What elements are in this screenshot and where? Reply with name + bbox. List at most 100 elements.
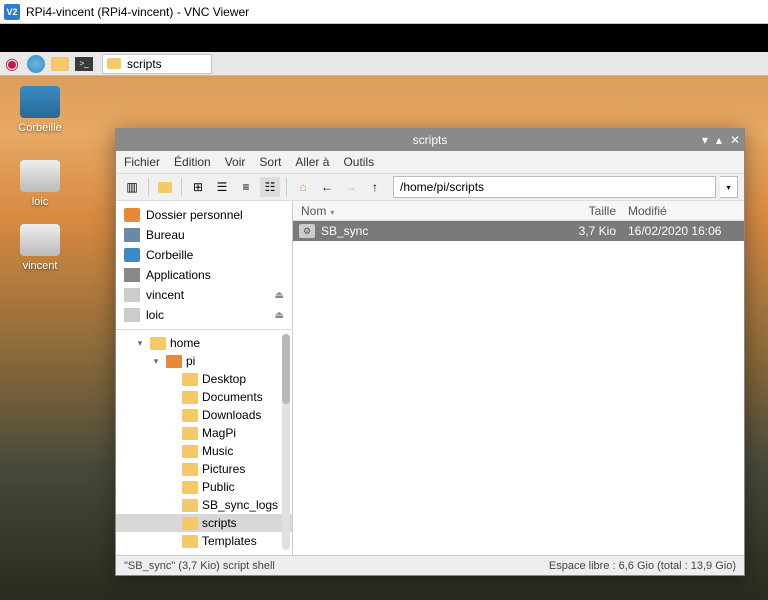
tree-node-label: MagPi bbox=[202, 426, 236, 440]
file-manager-launcher-icon[interactable] bbox=[48, 52, 72, 76]
tree-node-label: Documents bbox=[202, 390, 263, 404]
nav-back-icon[interactable]: ← bbox=[317, 177, 337, 197]
path-input[interactable]: /home/pi/scripts bbox=[393, 176, 716, 198]
tree-node-music[interactable]: Music bbox=[116, 442, 292, 460]
tree-node-label: Downloads bbox=[202, 408, 261, 422]
column-header-size[interactable]: Taille bbox=[564, 204, 624, 218]
tree-node-label: Pictures bbox=[202, 462, 245, 476]
desktop-icon-corbeille[interactable]: Corbeille bbox=[12, 86, 68, 134]
vnc-titlebar: V2 RPi4-vincent (RPi4-vincent) - VNC Vie… bbox=[0, 0, 768, 24]
tree-node-label: Desktop bbox=[202, 372, 246, 386]
tree-node-pictures[interactable]: Pictures bbox=[116, 460, 292, 478]
tree-node-magpi[interactable]: MagPi bbox=[116, 424, 292, 442]
vnc-title: RPi4-vincent (RPi4-vincent) - VNC Viewer bbox=[26, 5, 249, 19]
place-icon bbox=[124, 288, 140, 302]
file-row[interactable]: ⚙SB_sync3,7 Kio16/02/2020 16:06 bbox=[293, 221, 744, 241]
file-list: Nom▾ Taille Modifié ⚙SB_sync3,7 Kio16/02… bbox=[293, 201, 744, 555]
nav-up-icon[interactable]: ↑ bbox=[365, 177, 385, 197]
tree-node-home[interactable]: ▾home bbox=[116, 334, 292, 352]
tree-node-pi[interactable]: ▾pi bbox=[116, 352, 292, 370]
menu-outils[interactable]: Outils bbox=[343, 155, 374, 169]
place-bureau[interactable]: Bureau bbox=[116, 225, 292, 245]
menu-voir[interactable]: Voir bbox=[225, 155, 246, 169]
tree-node-templates[interactable]: Templates bbox=[116, 532, 292, 550]
tree-node-scripts[interactable]: scripts bbox=[116, 514, 292, 532]
folder-icon bbox=[182, 517, 198, 530]
place-vincent[interactable]: vincent⏏ bbox=[116, 285, 292, 305]
column-header-modified[interactable]: Modifié bbox=[624, 204, 744, 218]
toolbar: ▥ ⊞ ☰ ≡ ☷ ⌂ ← → ↑ /home/pi/scripts ▾ bbox=[116, 173, 744, 201]
minimize-icon[interactable]: ▾ bbox=[702, 133, 708, 147]
home-icon[interactable]: ⌂ bbox=[293, 177, 313, 197]
place-corbeille[interactable]: Corbeille bbox=[116, 245, 292, 265]
tree-scrollbar-thumb[interactable] bbox=[282, 334, 290, 404]
expand-icon[interactable]: ▾ bbox=[150, 356, 162, 367]
folder-icon bbox=[182, 463, 198, 476]
top-panel: ◉ >_ scripts bbox=[0, 52, 768, 76]
status-bar: "SB_sync" (3,7 Kio) script shell Espace … bbox=[116, 555, 744, 575]
close-icon[interactable]: ✕ bbox=[730, 133, 740, 147]
view-compact-icon[interactable]: ☰ bbox=[212, 177, 232, 197]
tree-node-label: scripts bbox=[202, 516, 237, 530]
raspberry-menu-icon[interactable]: ◉ bbox=[0, 52, 24, 76]
expand-icon[interactable]: ▾ bbox=[134, 338, 146, 349]
place-label: loic bbox=[146, 308, 164, 322]
menu-édition[interactable]: Édition bbox=[174, 155, 211, 169]
view-detail-icon[interactable]: ☷ bbox=[260, 177, 280, 197]
file-name: SB_sync bbox=[321, 224, 564, 238]
eject-icon[interactable]: ⏏ bbox=[275, 310, 284, 321]
black-bar bbox=[0, 24, 768, 52]
home-folder-icon bbox=[166, 355, 182, 368]
place-icon bbox=[124, 308, 140, 322]
desktop-icon-loic[interactable]: loic bbox=[12, 160, 68, 208]
sidebar: Dossier personnelBureau Corbeille Applicat… bbox=[116, 201, 293, 555]
tree-node-documents[interactable]: Documents bbox=[116, 388, 292, 406]
desktop-icon-vincent[interactable]: vincent bbox=[12, 224, 68, 272]
terminal-launcher-icon[interactable]: >_ bbox=[72, 52, 96, 76]
window-titlebar[interactable]: scripts ▾ ▴ ✕ bbox=[116, 129, 744, 151]
folder-icon bbox=[182, 391, 198, 404]
tree-node-label: SB_sync_logs bbox=[202, 498, 278, 512]
vnc-app-icon: V2 bbox=[4, 4, 20, 20]
place-dossier-personnel[interactable]: Dossier personnel bbox=[116, 205, 292, 225]
tree-node-public[interactable]: Public bbox=[116, 478, 292, 496]
menu-sort[interactable]: Sort bbox=[259, 155, 281, 169]
window-title: scripts bbox=[413, 133, 448, 147]
desktop-icon-image bbox=[20, 160, 60, 192]
menu-aller à[interactable]: Aller à bbox=[295, 155, 329, 169]
taskbar-item-scripts[interactable]: scripts bbox=[102, 54, 212, 74]
folder-icon bbox=[182, 409, 198, 422]
file-size: 3,7 Kio bbox=[564, 224, 624, 238]
view-icons-icon[interactable]: ⊞ bbox=[188, 177, 208, 197]
new-tab-icon[interactable]: ▥ bbox=[122, 177, 142, 197]
tree-node-downloads[interactable]: Downloads bbox=[116, 406, 292, 424]
column-headers: Nom▾ Taille Modifié bbox=[293, 201, 744, 221]
status-disk-space: Espace libre : 6,6 Gio (total : 13,9 Gio… bbox=[549, 560, 736, 572]
open-folder-icon[interactable] bbox=[155, 177, 175, 197]
view-list-icon[interactable]: ≡ bbox=[236, 177, 256, 197]
nav-forward-icon[interactable]: → bbox=[341, 177, 361, 197]
tree-node-label: Music bbox=[202, 444, 233, 458]
folder-icon bbox=[182, 481, 198, 494]
place-label: Corbeille bbox=[146, 248, 193, 262]
place-label: Applications bbox=[146, 268, 211, 282]
folder-icon bbox=[182, 427, 198, 440]
tree-node-desktop[interactable]: Desktop bbox=[116, 370, 292, 388]
eject-icon[interactable]: ⏏ bbox=[275, 290, 284, 301]
path-text: /home/pi/scripts bbox=[400, 180, 484, 194]
place-applications[interactable]: Applications bbox=[116, 265, 292, 285]
taskbar-item-label: scripts bbox=[127, 57, 162, 71]
folder-icon bbox=[150, 337, 166, 350]
path-dropdown-icon[interactable]: ▾ bbox=[720, 176, 738, 198]
desktop-icon-image bbox=[20, 86, 60, 118]
browser-icon[interactable] bbox=[24, 52, 48, 76]
place-loic[interactable]: loic ⏏ bbox=[116, 305, 292, 325]
menu-fichier[interactable]: Fichier bbox=[124, 155, 160, 169]
maximize-icon[interactable]: ▴ bbox=[716, 133, 722, 147]
column-header-name[interactable]: Nom▾ bbox=[293, 204, 564, 218]
folder-icon bbox=[182, 373, 198, 386]
folder-icon bbox=[182, 535, 198, 548]
desktop-icon-label: loic bbox=[12, 196, 68, 208]
menu-bar: Fichier Édition Voir Sort Aller à Outils bbox=[116, 151, 744, 173]
tree-node-sb_sync_logs[interactable]: SB_sync_logs bbox=[116, 496, 292, 514]
